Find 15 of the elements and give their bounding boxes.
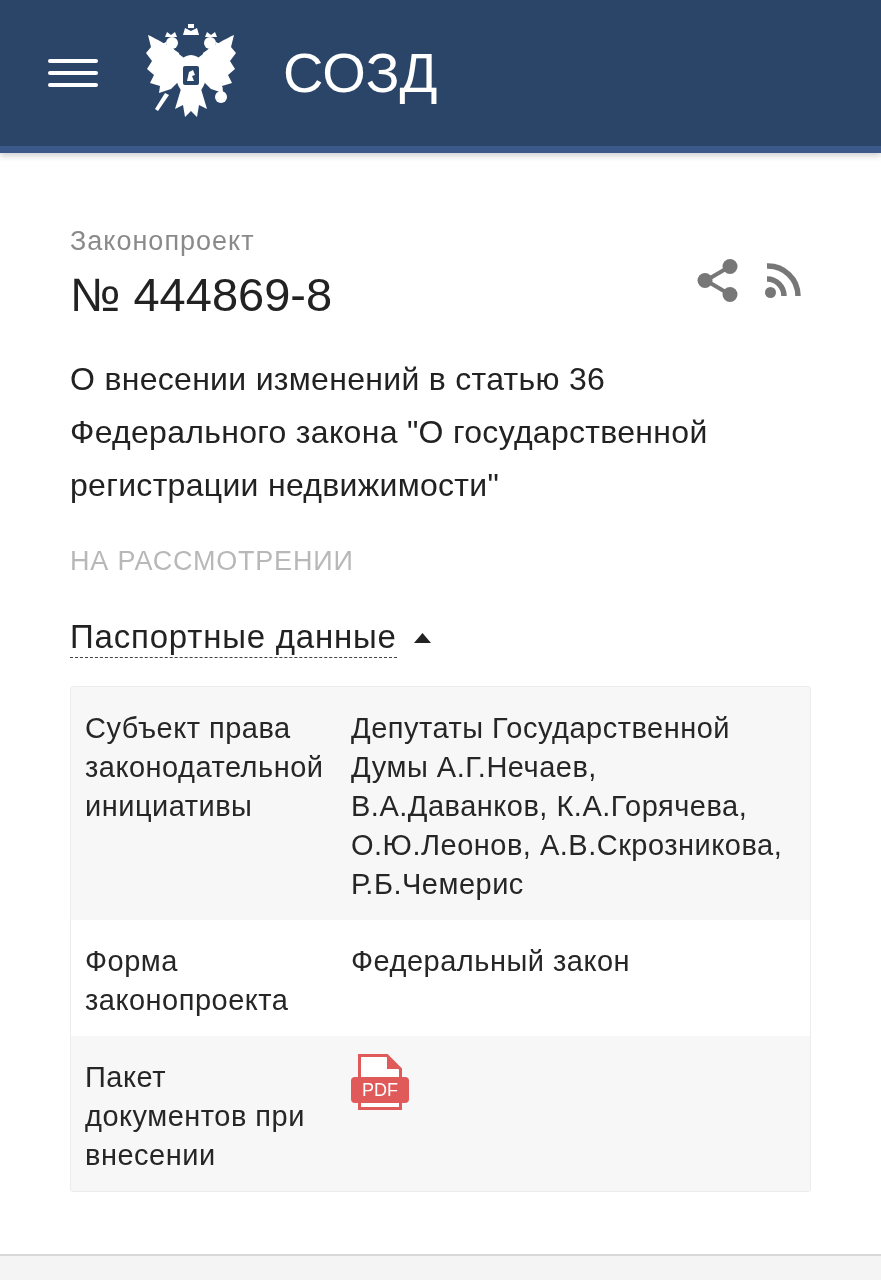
passport-toggle[interactable]: Паспортные данные: [70, 617, 431, 658]
bill-number: № 444869-8: [70, 267, 333, 323]
bill-type-label: Законопроект: [70, 225, 256, 257]
bill-status: НА РАССМОТРЕНИИ: [70, 545, 355, 577]
field-value: Федеральный закон: [351, 944, 632, 979]
field-value: Депутаты Государственной Думы А.Г.Нечаев, В.А.Даванков, К.А.Горячева, О.Ю.Леонов, А.В.Скрозникова, Р.Б.Чемерис: [351, 711, 784, 902]
site-title: СОЗД: [283, 40, 438, 106]
field-label: Пакет документов при внесении: [84, 1060, 306, 1173]
bill-title: О внесении изменений в статью 36 Федерального закона "О государственной регистрации недвижимости": [70, 360, 709, 505]
rss-icon[interactable]: [765, 263, 802, 298]
field-label: Субъект права законодательной инициативы: [84, 711, 325, 824]
menu-icon[interactable]: [48, 59, 98, 87]
field-label: Форма законопроекта: [84, 944, 290, 1018]
pdf-file-link[interactable]: PDF: [351, 1054, 409, 1110]
share-icon[interactable]: [697, 259, 738, 302]
